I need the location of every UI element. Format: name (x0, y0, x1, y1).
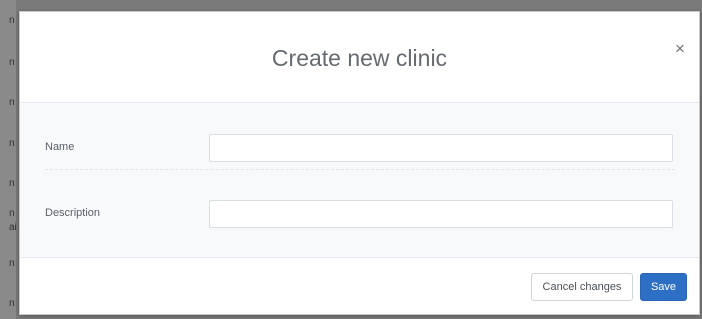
close-icon[interactable]: × (672, 40, 688, 57)
backdrop-text-fragment: n (9, 97, 15, 108)
description-field[interactable] (209, 200, 673, 228)
dialog-body: Name Description (20, 103, 699, 258)
backdrop-text-fragment: n (9, 138, 15, 149)
backdrop-text-fragment: n (9, 15, 15, 26)
dialog-title: Create new clinic (271, 45, 448, 71)
backdrop-text-fragment: ai (9, 222, 17, 233)
cancel-changes-button[interactable]: Cancel changes (531, 273, 633, 301)
save-button[interactable]: Save (640, 273, 687, 301)
backdrop-text-fragment: n (9, 208, 15, 219)
name-field[interactable] (209, 134, 673, 162)
field-divider (45, 169, 675, 170)
description-label: Description (45, 207, 101, 219)
page-backdrop: n n n n n n ai n n (0, 0, 17, 319)
backdrop-text-fragment: n (9, 298, 15, 309)
name-label: Name (45, 141, 75, 153)
backdrop-text-fragment: n (9, 57, 15, 68)
backdrop-text-fragment: n (9, 178, 15, 189)
create-clinic-dialog: Create new clinic × Name Description Can… (19, 11, 700, 315)
dialog-footer: Cancel changes Save (20, 258, 699, 314)
backdrop-text-fragment: n (9, 258, 15, 269)
dialog-header: Create new clinic × (20, 12, 699, 103)
